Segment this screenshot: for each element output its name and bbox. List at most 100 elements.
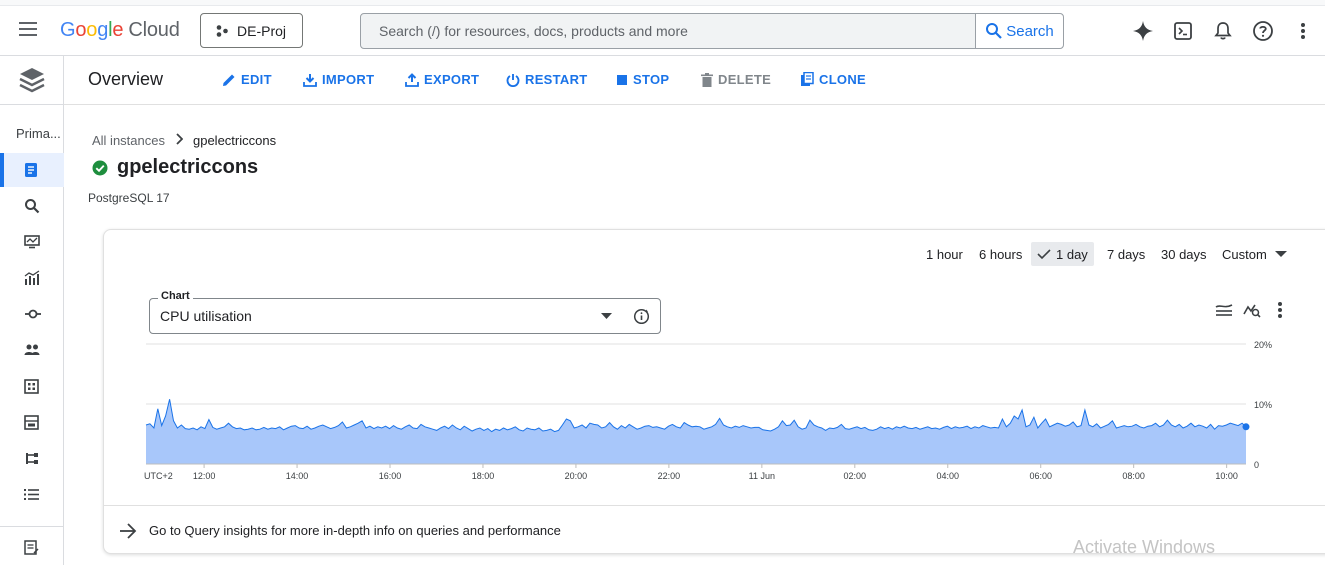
chart-type-select[interactable]: Chart CPU utilisation (149, 290, 661, 334)
status-ok-icon (92, 160, 108, 175)
clone-button[interactable]: CLONE (800, 72, 866, 87)
project-picker-button[interactable]: DE-Proj (200, 13, 303, 48)
search-button[interactable]: Search (975, 14, 1063, 48)
main-menu-button[interactable] (14, 18, 42, 44)
more-vert-icon (1278, 302, 1282, 318)
hamburger-line (19, 28, 37, 30)
nav-performance[interactable] (0, 261, 64, 295)
logo-letter: o (75, 19, 87, 41)
left-nav-rail: Prima... (0, 56, 64, 565)
legend-toggle-button[interactable] (1214, 300, 1234, 320)
nav-replicas[interactable] (0, 441, 64, 475)
pencil-icon (223, 74, 235, 86)
x-tick-label: 02:00 (844, 471, 867, 481)
cloud-shell-button[interactable] (1171, 19, 1195, 43)
x-tick-label: 11 Jun (749, 471, 775, 481)
range-30-days[interactable]: 30 days (1155, 242, 1213, 266)
connection-icon (25, 309, 41, 319)
gemini-button[interactable] (1131, 19, 1155, 43)
top-icons (1131, 19, 1315, 43)
more-vert-icon (1301, 23, 1305, 39)
top-bar: Google Cloud DE-Proj Search (0, 6, 1325, 56)
x-tick-label: UTC+2 (144, 471, 173, 481)
gemini-sparkle-icon (1133, 21, 1153, 41)
page-title: Overview (88, 69, 164, 89)
logo-google-text: Google (60, 19, 124, 41)
breadcrumb-all-instances[interactable]: All instances (92, 133, 165, 148)
restart-button[interactable]: RESTART (506, 72, 588, 87)
terminal-icon (1174, 22, 1192, 40)
notifications-button[interactable] (1211, 19, 1235, 43)
x-tick-label: 06:00 (1029, 471, 1052, 481)
nav-connections[interactable] (0, 297, 64, 331)
edit-label: EDIT (241, 72, 272, 87)
logo-letter: o (86, 19, 98, 41)
nav-system-insights[interactable] (0, 225, 64, 259)
range-6-hours[interactable]: 6 hours (973, 242, 1028, 266)
stop-button[interactable]: STOP (616, 72, 669, 87)
y-tick-label: 10% (1254, 400, 1272, 410)
stop-icon (617, 74, 627, 85)
chart-explore-icon (1243, 304, 1261, 318)
search-input[interactable] (361, 14, 975, 48)
breadcrumb: All instances gpelectriccons (92, 133, 276, 148)
x-tick-label: 16:00 (379, 471, 402, 481)
cpu-utilisation-chart[interactable]: 20% 10% 0 UTC+2 12:00 14:00 16:00 18:00 20:00 22:… (142, 340, 1302, 485)
restart-label: RESTART (525, 72, 588, 87)
rail-divider (0, 104, 64, 105)
nav-backups[interactable] (0, 405, 64, 439)
nav-release-notes[interactable] (0, 530, 64, 564)
logo-letter: e (112, 19, 124, 41)
delete-button[interactable]: DELETE (701, 72, 771, 87)
range-1-day-label: 1 day (1056, 246, 1088, 262)
import-icon (303, 73, 317, 87)
hamburger-line (19, 34, 37, 36)
check-icon (1037, 249, 1051, 260)
edit-button[interactable]: EDIT (222, 72, 272, 87)
range-custom-label: Custom (1222, 246, 1267, 262)
help-icon (1253, 21, 1273, 41)
release-notes-icon (24, 539, 39, 555)
range-1-day[interactable]: 1 day (1031, 242, 1094, 266)
list-icon (24, 488, 39, 500)
explore-chart-button[interactable] (1242, 300, 1262, 320)
google-cloud-logo[interactable]: Google Cloud (60, 19, 180, 42)
stop-label: STOP (633, 72, 670, 87)
nav-operations[interactable] (0, 477, 64, 511)
import-button[interactable]: IMPORT (303, 72, 374, 87)
bell-icon (1214, 22, 1232, 40)
cloud-sql-product-icon[interactable] (18, 66, 46, 96)
history-info-icon[interactable] (633, 308, 650, 325)
export-button[interactable]: EXPORT (405, 72, 479, 87)
help-button[interactable] (1251, 19, 1275, 43)
more-options-button[interactable] (1291, 19, 1315, 43)
caret-down-icon (1274, 250, 1287, 257)
logo-letter: g (97, 19, 109, 41)
logo-cloud-text: Cloud (128, 19, 180, 41)
nav-databases[interactable] (0, 369, 64, 403)
x-tick-label: 18:00 (472, 471, 495, 481)
x-tick-label: 14:00 (286, 471, 309, 481)
nav-query-insights[interactable] (0, 189, 64, 223)
nav-users[interactable] (0, 333, 64, 367)
power-icon (506, 73, 520, 87)
logo-letter: G (60, 19, 76, 41)
bar-chart-icon (24, 270, 40, 285)
range-custom[interactable]: Custom (1216, 242, 1293, 266)
range-1-hour[interactable]: 1 hour (920, 242, 969, 266)
arrow-right-icon (120, 522, 137, 539)
x-tick-label: 22:00 (658, 471, 681, 481)
backup-icon (24, 414, 39, 430)
chevron-right-icon (175, 133, 184, 148)
nav-overview[interactable] (0, 153, 64, 187)
users-icon (24, 344, 40, 355)
x-tick-label: 20:00 (565, 471, 588, 481)
x-tick-label: 04:00 (936, 471, 959, 481)
chart-more-button[interactable] (1270, 300, 1290, 320)
rail-divider (0, 526, 64, 527)
range-7-days[interactable]: 7 days (1101, 242, 1151, 266)
breadcrumb-current: gpelectriccons (192, 133, 277, 148)
x-tick-label: 10:00 (1215, 471, 1238, 481)
y-tick-label: 0 (1254, 460, 1259, 470)
chart-select-label: Chart (158, 290, 193, 302)
